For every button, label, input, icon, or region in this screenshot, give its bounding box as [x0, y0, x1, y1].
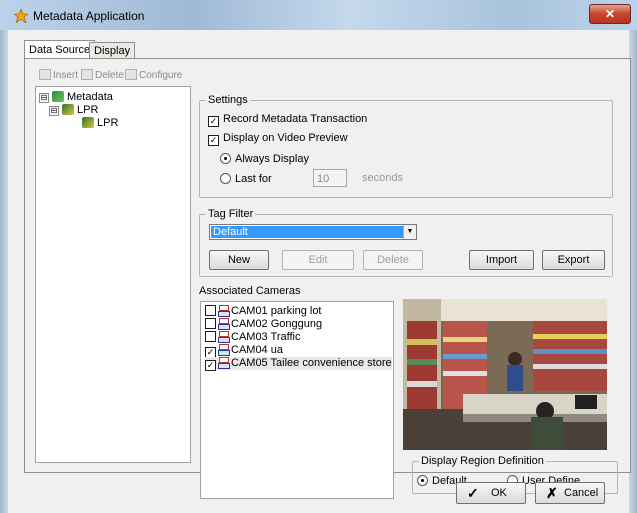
- camera-video-preview[interactable]: [403, 299, 607, 450]
- settings-group: Settings ✓ Record Metadata Transaction ✓ D…: [199, 94, 613, 198]
- delete-icon: [81, 69, 93, 80]
- always-display-radio[interactable]: Always Display: [220, 152, 309, 166]
- delete-tag-button[interactable]: Delete: [363, 250, 423, 270]
- tag-filter-group: Tag Filter Default ▼ New Edit Delete Imp…: [199, 208, 613, 277]
- cancel-label: Cancel: [564, 487, 599, 499]
- camera-icon: [218, 331, 230, 343]
- tree-label: LPR: [77, 104, 99, 116]
- configure-label: Configure: [139, 70, 183, 81]
- checkbox-label: Record Metadata Transaction: [223, 113, 368, 125]
- camera-label: CAM05 Tailee convenience store: [231, 357, 392, 369]
- application-window: Metadata Application ✕ Data Source Displ…: [0, 0, 637, 513]
- collapse-icon[interactable]: ⊟: [39, 93, 49, 103]
- radio-mark[interactable]: [220, 153, 231, 164]
- close-button[interactable]: ✕: [589, 4, 631, 24]
- camera-icon: [218, 344, 230, 356]
- camera-icon: [218, 357, 230, 369]
- region-legend: Display Region Definition: [419, 455, 546, 468]
- delete-label: Delete: [95, 70, 124, 81]
- close-icon: ✕: [604, 7, 616, 21]
- title-bar[interactable]: Metadata Application ✕: [0, 0, 637, 30]
- display-video-preview-checkbox[interactable]: ✓ Display on Video Preview: [208, 131, 348, 146]
- tag-filter-legend: Tag Filter: [206, 208, 256, 221]
- record-metadata-checkbox[interactable]: ✓ Record Metadata Transaction: [208, 112, 368, 127]
- camera-list-item-selected[interactable]: ✓ CAM05 Tailee convenience store: [205, 357, 392, 371]
- settings-legend: Settings: [206, 94, 250, 107]
- cancel-button[interactable]: ✗ Cancel: [535, 482, 605, 504]
- tab-label: Data Source: [29, 44, 91, 56]
- last-for-seconds-input[interactable]: 10: [313, 169, 347, 187]
- radio-label: Last for: [235, 173, 272, 185]
- camera-list-item[interactable]: CAM02 Gonggung: [205, 318, 322, 331]
- new-tag-button[interactable]: New: [209, 250, 269, 270]
- checkmark-icon: ✓: [467, 485, 479, 501]
- tree-item-lpr[interactable]: ⊟ LPR: [49, 103, 98, 117]
- associated-cameras-heading: Associated Cameras: [199, 285, 301, 297]
- associated-cameras-list[interactable]: CAM01 parking lot CAM02 Gonggung CAM03 T…: [200, 301, 394, 499]
- tree-item-metadata[interactable]: ⊟ Metadata: [39, 90, 113, 104]
- tag-filter-selected: Default: [211, 226, 403, 238]
- window-title: Metadata Application: [33, 9, 145, 23]
- radio-label: Always Display: [235, 153, 309, 165]
- camera-label: CAM03 Traffic: [231, 331, 301, 343]
- tree-label: Metadata: [67, 91, 113, 103]
- tree-item-lpr-leaf[interactable]: LPR: [82, 116, 118, 130]
- tree-label: LPR: [97, 117, 119, 129]
- tab-label: Display: [94, 45, 131, 57]
- camera-label: CAM01 parking lot: [231, 305, 322, 317]
- chevron-down-icon[interactable]: ▼: [403, 225, 416, 239]
- export-button[interactable]: Export: [542, 250, 605, 270]
- seconds-unit-label: seconds: [362, 172, 403, 184]
- configure-button[interactable]: Configure: [125, 68, 182, 84]
- lpr-icon: [62, 104, 74, 115]
- insert-icon: [39, 69, 51, 80]
- last-for-radio[interactable]: Last for: [220, 172, 272, 186]
- camera-list-item[interactable]: CAM03 Traffic: [205, 331, 301, 344]
- checkbox-mark[interactable]: [205, 318, 216, 329]
- app-star-icon: [14, 9, 28, 23]
- lpr-device-icon: [82, 117, 94, 128]
- window-frame-left: [0, 30, 8, 513]
- checkbox-mark[interactable]: [205, 305, 216, 316]
- checkbox-mark[interactable]: ✓: [208, 116, 219, 127]
- camera-list-item[interactable]: ✓ CAM04 ua: [205, 344, 283, 358]
- tab-data-source[interactable]: Data Source: [24, 40, 96, 59]
- metadata-tree[interactable]: ⊟ Metadata ⊟ LPR LPR: [35, 86, 191, 463]
- configure-icon: [125, 69, 137, 80]
- tag-filter-dropdown[interactable]: Default ▼: [209, 224, 417, 240]
- camera-icon: [218, 318, 230, 330]
- camera-label: CAM02 Gonggung: [231, 318, 323, 330]
- checkbox-label: Display on Video Preview: [223, 132, 348, 144]
- collapse-icon[interactable]: ⊟: [49, 106, 59, 116]
- metadata-icon: [52, 91, 64, 102]
- cancel-x-icon: ✗: [546, 485, 558, 501]
- camera-icon: [218, 305, 230, 317]
- radio-mark[interactable]: [417, 475, 428, 486]
- insert-button[interactable]: Insert: [39, 68, 78, 84]
- checkbox-mark[interactable]: ✓: [208, 135, 219, 146]
- checkbox-mark[interactable]: [205, 331, 216, 342]
- insert-label: Insert: [53, 70, 79, 81]
- edit-tag-button[interactable]: Edit: [282, 250, 354, 270]
- tab-display[interactable]: Display: [89, 42, 136, 59]
- ok-label: OK: [491, 487, 507, 499]
- radio-mark[interactable]: [220, 173, 231, 184]
- camera-label: CAM04 ua: [231, 344, 283, 356]
- import-button[interactable]: Import: [469, 250, 534, 270]
- checkbox-mark[interactable]: ✓: [205, 360, 216, 371]
- ok-button[interactable]: ✓ OK: [456, 482, 526, 504]
- camera-list-item[interactable]: CAM01 parking lot: [205, 305, 322, 318]
- delete-button[interactable]: Delete: [81, 68, 124, 84]
